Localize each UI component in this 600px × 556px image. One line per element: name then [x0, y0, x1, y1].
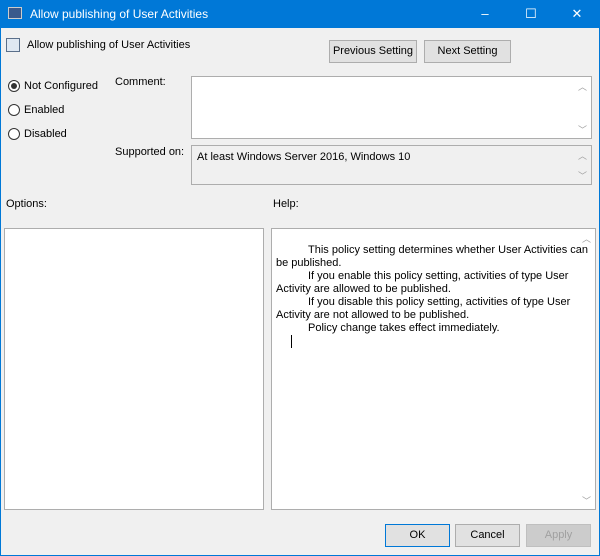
help-pane: This policy setting determines whether U…	[271, 228, 596, 510]
text-cursor	[291, 335, 292, 348]
help-text: This policy setting determines whether U…	[276, 244, 588, 335]
previous-setting-button[interactable]: Previous Setting	[329, 40, 417, 63]
help-line: This policy setting determines whether U…	[308, 244, 589, 256]
help-scrollbar[interactable]: ︿ ﹀	[578, 229, 595, 509]
help-label: Help:	[273, 198, 299, 210]
radio-indicator[interactable]	[8, 104, 20, 116]
cancel-button[interactable]: Cancel	[455, 524, 520, 547]
help-line: If you enable this policy setting, activ…	[308, 270, 569, 282]
title-bar: Allow publishing of User Activities – ☐ …	[0, 0, 600, 28]
supported-on-value: At least Windows Server 2016, Windows 10	[197, 151, 411, 163]
help-line: If you disable this policy setting, acti…	[308, 296, 571, 308]
supported-scrollbar[interactable]: ︿ ﹀	[574, 146, 591, 184]
radio-label: Not Configured	[24, 80, 98, 92]
supported-on-label: Supported on:	[115, 146, 185, 158]
comment-textarea[interactable]: ︿ ﹀	[191, 76, 592, 139]
radio-label: Disabled	[24, 128, 67, 140]
next-setting-button[interactable]: Next Setting	[424, 40, 511, 63]
help-line: be published.	[276, 257, 342, 269]
policy-icon	[6, 38, 20, 52]
close-button[interactable]: ✕	[554, 0, 600, 28]
maximize-button[interactable]: ☐	[508, 0, 554, 28]
policy-title: Allow publishing of User Activities	[27, 39, 191, 51]
radio-label: Enabled	[24, 104, 65, 116]
supported-on-field: At least Windows Server 2016, Windows 10…	[191, 145, 592, 185]
help-line: Activity are not allowed to be published…	[276, 309, 470, 321]
help-line: Policy change takes effect immediately.	[308, 322, 500, 334]
options-label: Options:	[6, 198, 47, 210]
apply-button[interactable]: Apply	[526, 524, 591, 547]
help-line: Activity are allowed to be published.	[276, 283, 451, 295]
ok-button[interactable]: OK	[385, 524, 450, 547]
minimize-button[interactable]: –	[462, 0, 508, 28]
comment-label: Comment:	[115, 76, 166, 88]
options-pane	[4, 228, 264, 510]
radio-indicator[interactable]	[8, 128, 20, 140]
radio-indicator[interactable]	[8, 80, 20, 92]
window-title: Allow publishing of User Activities	[30, 7, 209, 21]
app-icon	[8, 7, 22, 19]
comment-scrollbar[interactable]: ︿ ﹀	[574, 77, 591, 138]
